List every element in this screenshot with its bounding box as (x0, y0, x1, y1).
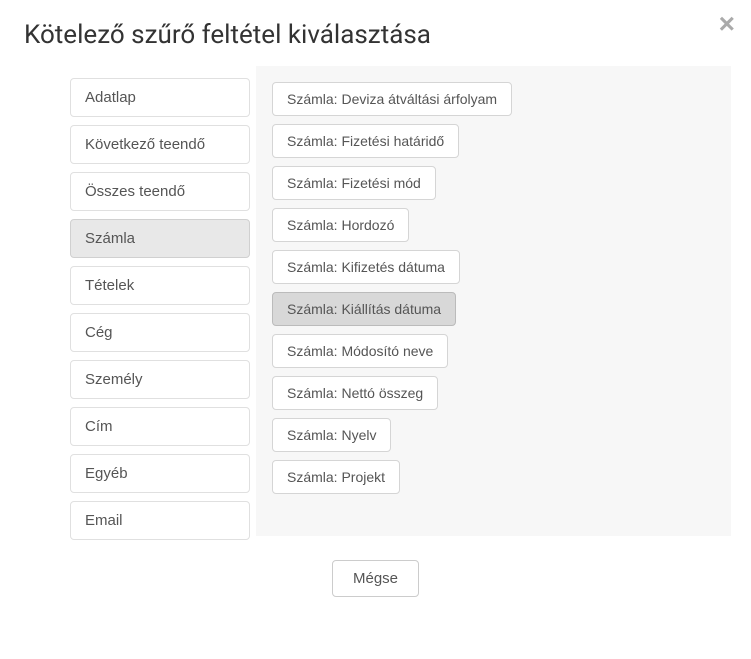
category-email[interactable]: Email (70, 501, 250, 540)
filter-modosito-neve[interactable]: Számla: Módosító neve (272, 334, 448, 368)
close-button[interactable]: × (719, 10, 735, 38)
category-szamla[interactable]: Számla (70, 219, 250, 258)
filter-projekt[interactable]: Számla: Projekt (272, 460, 400, 494)
category-tetelek[interactable]: Tételek (70, 266, 250, 305)
category-adatlap[interactable]: Adatlap (70, 78, 250, 117)
category-ceg[interactable]: Cég (70, 313, 250, 352)
modal-header: Kötelező szűrő feltétel kiválasztása × (0, 0, 751, 66)
filter-panel[interactable]: Számla: Deviza átváltási árfolyam Számla… (256, 66, 731, 536)
category-list: Adatlap Következő teendő Összes teendő S… (20, 66, 250, 536)
filter-deviza-atvaltasi-arfolyam[interactable]: Számla: Deviza átváltási árfolyam (272, 82, 512, 116)
filter-fizetesi-hatarido[interactable]: Számla: Fizetési határidő (272, 124, 459, 158)
category-cim[interactable]: Cím (70, 407, 250, 446)
category-egyeb[interactable]: Egyéb (70, 454, 250, 493)
filter-kiallitas-datuma[interactable]: Számla: Kiállítás dátuma (272, 292, 456, 326)
filter-nyelv[interactable]: Számla: Nyelv (272, 418, 391, 452)
category-kovetkezo-teendo[interactable]: Következő teendő (70, 125, 250, 164)
category-szemely[interactable]: Személy (70, 360, 250, 399)
modal-body: Adatlap Következő teendő Összes teendő S… (0, 66, 751, 536)
cancel-button[interactable]: Mégse (332, 560, 419, 597)
filter-modal: Kötelező szűrő feltétel kiválasztása × A… (0, 0, 751, 659)
filter-netto-osszeg[interactable]: Számla: Nettó összeg (272, 376, 438, 410)
filter-fizetesi-mod[interactable]: Számla: Fizetési mód (272, 166, 436, 200)
filter-kifizetes-datuma[interactable]: Számla: Kifizetés dátuma (272, 250, 460, 284)
modal-title: Kötelező szűrő feltétel kiválasztása (24, 20, 727, 50)
modal-footer: Mégse (0, 536, 751, 617)
filter-hordozo[interactable]: Számla: Hordozó (272, 208, 409, 242)
category-osszes-teendo[interactable]: Összes teendő (70, 172, 250, 211)
